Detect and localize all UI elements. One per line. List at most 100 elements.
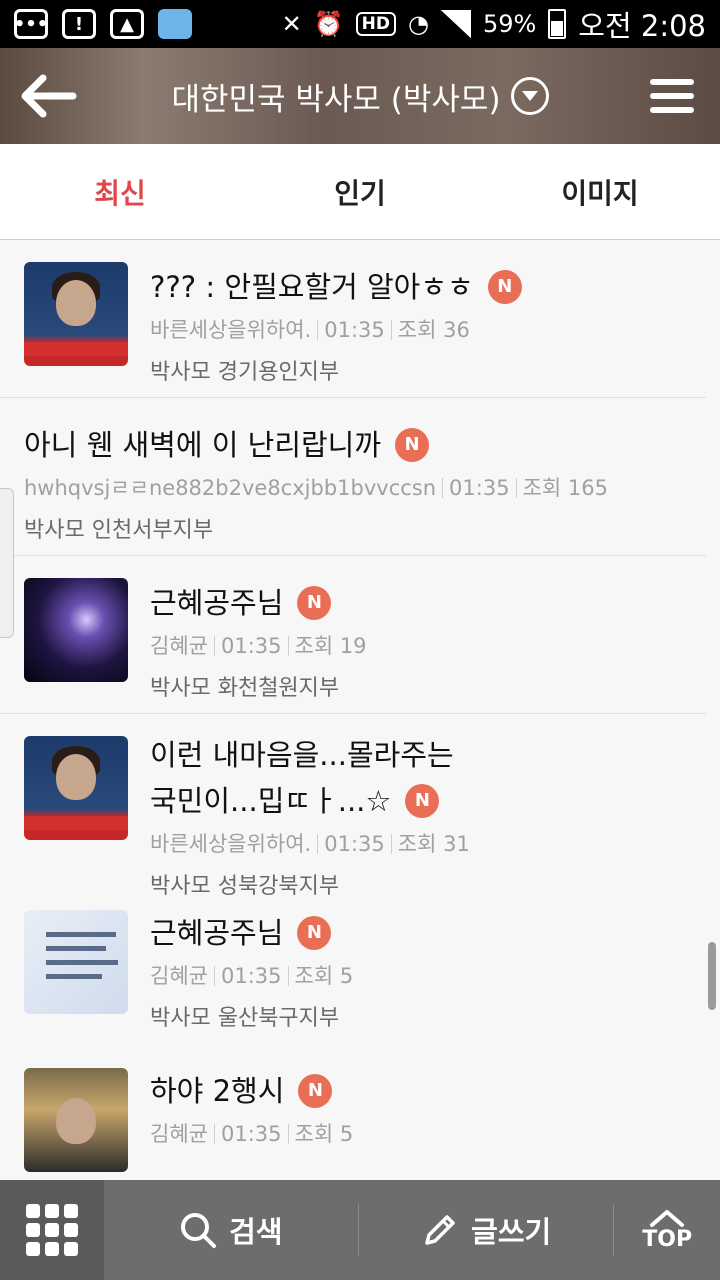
post-thumbnail: [24, 910, 128, 1014]
message-icon: •••: [14, 9, 48, 39]
battery-icon: [548, 9, 567, 39]
list-item[interactable]: 근혜공주님 N 김혜균 01:35 조회 5 박사모 울산북구지부: [0, 910, 706, 1068]
post-time: 01:35: [220, 634, 282, 658]
new-badge-icon: N: [298, 1074, 333, 1108]
post-title: 근혜공주님: [150, 916, 284, 950]
post-author: 바른세상을위하여.: [150, 832, 312, 856]
post-views: 조회 19: [294, 634, 367, 658]
post-meta: 김혜균 01:35 조회 5: [150, 1118, 690, 1148]
post-views: 조회 31: [397, 832, 470, 856]
tab-bar: 최신 인기 이미지: [0, 144, 720, 240]
post-title: 아니 웬 새벽에 이 난리랍니까: [24, 428, 382, 462]
post-views: 조회 165: [522, 476, 608, 500]
post-views: 조회 5: [294, 964, 354, 988]
new-badge-icon: N: [297, 916, 332, 950]
tab-images[interactable]: 이미지: [480, 144, 720, 239]
post-title-line-1: 이런 내마음을...몰라주는: [150, 738, 454, 772]
post-title-row: ??? : 안필요할거 알아ㅎㅎ N: [150, 264, 690, 310]
post-author: 김혜균: [150, 964, 208, 988]
search-icon: [181, 1213, 217, 1248]
post-board: 박사모 울산북구지부: [150, 1006, 340, 1031]
post-thumbnail: [24, 1068, 128, 1172]
list-item[interactable]: 하야 2행시 N 김혜균 01:35 조회 5: [0, 1068, 706, 1180]
bottom-bar: 검색 글쓰기 TOP: [0, 1180, 720, 1280]
apps-grid-icon: [25, 1204, 78, 1256]
post-time: 01:35: [220, 1122, 282, 1146]
menu-button[interactable]: [624, 48, 720, 144]
wifi-icon: ◔: [408, 10, 429, 38]
post-board: 박사모 성북강북지부: [150, 874, 340, 899]
new-badge-icon: N: [395, 428, 430, 462]
back-arrow-icon: [21, 74, 77, 118]
post-meta: 바른세상을위하여. 01:35 조회 31: [150, 828, 690, 858]
write-label: 글쓰기: [471, 1215, 552, 1249]
top-label: TOP: [642, 1226, 693, 1252]
menu-icon: [650, 79, 694, 85]
post-author: 김혜균: [150, 634, 208, 658]
mute-icon: ✕: [281, 10, 302, 38]
page-title: 대한민국 박사모 (박사모): [171, 81, 501, 118]
new-badge-icon: N: [297, 586, 332, 620]
tab-popular[interactable]: 인기: [240, 144, 480, 239]
post-title: 근혜공주님: [150, 586, 284, 620]
post-thumbnail: [24, 736, 128, 840]
chevron-up-icon: [650, 1209, 685, 1227]
post-list: ??? : 안필요할거 알아ㅎㅎ N 바른세상을위하여. 01:35 조회 36 박…: [0, 240, 706, 1180]
post-title-row: 아니 웬 새벽에 이 난리랍니까 N: [24, 422, 694, 468]
post-meta: 김혜균 01:35 조회 19: [150, 630, 690, 660]
list-item[interactable]: 아니 웬 새벽에 이 난리랍니까 N hwhqvsjㄹㄹne882b2ve8cx…: [0, 398, 706, 556]
post-board: 박사모 화천철원지부: [150, 676, 340, 701]
scroll-top-button[interactable]: TOP: [614, 1180, 720, 1280]
search-label: 검색: [229, 1215, 283, 1249]
post-thumbnail: [24, 578, 128, 682]
post-time: 01:35: [220, 964, 282, 988]
write-button[interactable]: 글쓰기: [359, 1180, 613, 1280]
post-meta: hwhqvsjㄹㄹne882b2ve8cxjbb1bvvccsn 01:35 조회 …: [24, 472, 694, 502]
search-button[interactable]: 검색: [104, 1180, 358, 1280]
scrollbar-thumb[interactable]: [708, 942, 716, 1010]
app-notification-icon: [158, 9, 192, 39]
new-badge-icon: N: [487, 270, 522, 304]
post-board: 박사모 경기용인지부: [150, 360, 340, 385]
alarm-icon: ⏰: [313, 10, 344, 38]
post-time: 01:35: [449, 476, 510, 500]
post-title-row: 하야 2행시 N: [150, 1068, 690, 1114]
post-title-row: 근혜공주님 N: [150, 910, 690, 956]
clock: 오전 2:08: [578, 9, 706, 43]
post-time: 01:35: [324, 832, 385, 856]
post-views: 조회 36: [397, 318, 470, 342]
new-badge-icon: N: [405, 784, 440, 818]
post-title-row: 이런 내마음을...몰라주는: [150, 732, 690, 778]
post-title-line-2: 국민이...밉ㄸㅏ...☆: [150, 784, 392, 818]
post-author: 김혜균: [150, 1122, 208, 1146]
post-thumbnail: [24, 262, 128, 366]
post-meta: 바른세상을위하여. 01:35 조회 36: [150, 314, 690, 344]
back-button[interactable]: [0, 48, 96, 144]
post-title-row: 근혜공주님 N: [150, 580, 690, 626]
alert-icon: !: [62, 9, 96, 39]
list-item[interactable]: 이런 내마음을...몰라주는 국민이...밉ㄸㅏ...☆ N 바른세상을위하여.…: [0, 714, 706, 910]
signal-icon: [440, 10, 471, 38]
post-title: ??? : 안필요할거 알아ㅎㅎ: [150, 270, 474, 304]
post-author: 바른세상을위하여.: [150, 318, 312, 342]
apps-button[interactable]: [0, 1180, 104, 1280]
post-title-row: 국민이...밉ㄸㅏ...☆ N: [150, 778, 690, 824]
post-views: 조회 5: [294, 1122, 354, 1146]
battery-percent: 59%: [482, 10, 537, 38]
gallery-icon: ▲: [110, 9, 144, 39]
dropdown-icon: [510, 77, 549, 115]
app-header: 대한민국 박사모 (박사모): [0, 48, 720, 144]
post-time: 01:35: [324, 318, 385, 342]
list-item[interactable]: 근혜공주님 N 김혜균 01:35 조회 19 박사모 화천철원지부: [0, 556, 706, 714]
hd-voice-icon: HD: [355, 12, 396, 36]
list-item[interactable]: ??? : 안필요할거 알아ㅎㅎ N 바른세상을위하여. 01:35 조회 36 박…: [0, 240, 706, 398]
post-board: 박사모 인천서부지부: [24, 518, 214, 543]
side-drawer-handle[interactable]: [0, 488, 14, 638]
tab-latest[interactable]: 최신: [0, 144, 240, 239]
post-author: hwhqvsjㄹㄹne882b2ve8cxjbb1bvvccsn: [24, 476, 437, 500]
pencil-icon: [425, 1215, 455, 1245]
post-title: 하야 2행시: [150, 1074, 285, 1108]
status-bar: ••• ! ▲ ✕ ⏰ HD ◔ 59% 오전 2:08: [0, 0, 720, 48]
post-meta: 김혜균 01:35 조회 5: [150, 960, 690, 990]
cafe-title-selector[interactable]: 대한민국 박사모 (박사모): [96, 74, 624, 119]
